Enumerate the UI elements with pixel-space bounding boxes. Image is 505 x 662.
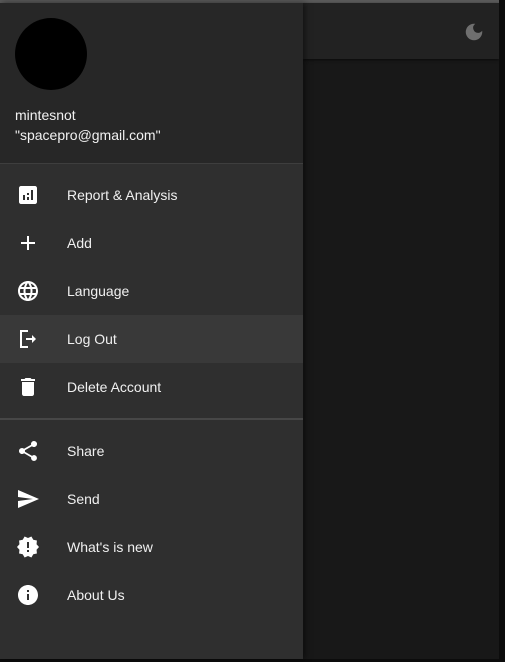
plus-icon — [21, 236, 35, 250]
menu-item-label: Share — [67, 443, 105, 459]
trash-icon — [21, 378, 35, 396]
globe-icon — [18, 281, 38, 301]
navigation-drawer: mintesnot "spacepro@gmail.com" Report & … — [0, 3, 303, 659]
menu-item-delete-account[interactable]: Delete Account — [0, 363, 303, 411]
menu-item-log-out[interactable]: Log Out — [0, 315, 303, 363]
drawer-header: mintesnot "spacepro@gmail.com" — [0, 3, 303, 163]
send-icon — [18, 490, 39, 508]
menu-divider — [0, 418, 303, 420]
menu-item-label: Add — [67, 235, 92, 251]
new-badge-icon — [17, 536, 39, 558]
menu-item-label: Delete Account — [67, 379, 162, 395]
menu-item-report-analysis[interactable]: Report & Analysis — [0, 171, 303, 219]
moon-icon — [465, 23, 483, 41]
main-content — [303, 3, 499, 659]
app-bar — [303, 3, 499, 59]
primary-menu: Report & Analysis Add Language Log Out D… — [0, 171, 303, 411]
window-edge — [499, 0, 505, 662]
avatar[interactable] — [15, 18, 87, 90]
menu-item-label: About Us — [67, 587, 125, 603]
app-window: mintesnot "spacepro@gmail.com" Report & … — [0, 0, 505, 662]
user-name: mintesnot — [15, 107, 76, 123]
menu-item-language[interactable]: Language — [0, 267, 303, 315]
menu-item-label: Report & Analysis — [67, 187, 178, 203]
menu-item-label: Log Out — [67, 331, 117, 347]
secondary-menu: Share Send What's is new About Us — [0, 427, 303, 619]
info-icon — [18, 585, 38, 605]
header-divider — [0, 163, 303, 164]
theme-toggle-button[interactable] — [463, 21, 485, 43]
user-email: "spacepro@gmail.com" — [15, 127, 161, 143]
menu-item-about-us[interactable]: About Us — [0, 571, 303, 619]
menu-item-share[interactable]: Share — [0, 427, 303, 475]
logout-icon — [20, 330, 36, 348]
menu-item-label: Send — [67, 491, 100, 507]
report-chart-icon — [19, 186, 37, 204]
menu-item-add[interactable]: Add — [0, 219, 303, 267]
menu-item-send[interactable]: Send — [0, 475, 303, 523]
menu-item-label: Language — [67, 283, 130, 299]
share-icon — [18, 440, 38, 461]
menu-item-label: What's is new — [67, 539, 153, 555]
menu-item-whats-new[interactable]: What's is new — [0, 523, 303, 571]
